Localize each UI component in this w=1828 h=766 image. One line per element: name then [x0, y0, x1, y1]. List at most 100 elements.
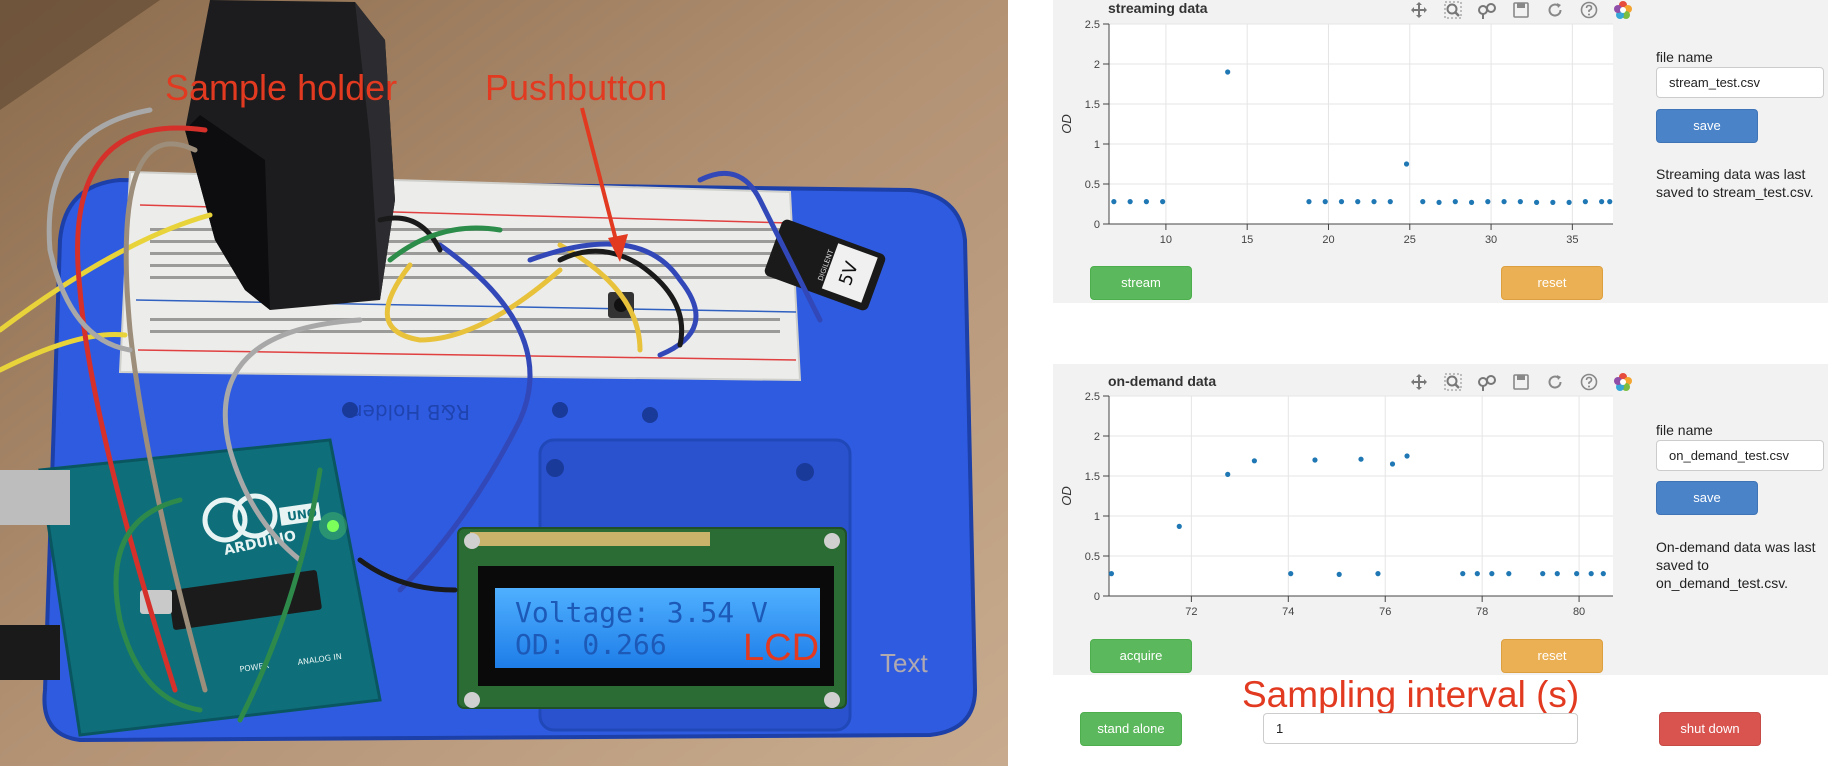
streaming-file-name-input[interactable] [1656, 67, 1824, 98]
stream-y-tick-label: 2 [1094, 59, 1100, 71]
lcd-line-1: Voltage: 3.54 V [515, 596, 768, 629]
ondemand-file-name-label: file name [1656, 422, 1713, 438]
label-pushbutton: Pushbutton [485, 67, 667, 108]
stream-button[interactable]: stream [1090, 266, 1192, 300]
stream-data-point [1355, 199, 1361, 205]
ondemand-data-point [1600, 571, 1606, 577]
stream-y-tick-label: 2.5 [1085, 19, 1100, 31]
streaming-save-status: Streaming data was last saved to stream_… [1656, 166, 1814, 200]
ondemand-x-tick-label: 74 [1282, 606, 1294, 618]
label-sample-holder: Sample holder [165, 67, 397, 108]
hardware-illustration: R&B Holder 5V DIGILENT ARDUINO UNO POWER… [0, 0, 1008, 766]
usb-connector [0, 470, 70, 525]
ondemand-data-point [1336, 571, 1342, 577]
ondemand-data-point [1474, 571, 1480, 577]
ondemand-plot[interactable]: 00.511.522.57274767880time (s)OD [1053, 372, 1633, 639]
stream-data-point [1403, 161, 1410, 167]
stream-y-tick-label: 1 [1094, 139, 1100, 151]
stream-y-tick-label: 0.5 [1085, 179, 1100, 191]
ondemand-y-tick-label: 0.5 [1085, 551, 1100, 563]
ondemand-reset-button[interactable]: reset [1501, 639, 1603, 673]
stream-x-tick-label: 10 [1160, 234, 1172, 246]
ondemand-data-point [1506, 571, 1512, 577]
ondemand-plot-area [1109, 396, 1613, 596]
ondemand-data-point [1251, 458, 1257, 464]
stream-data-point [1582, 199, 1588, 205]
stream-data-point [1322, 199, 1328, 205]
ondemand-data-point [1312, 457, 1318, 463]
lcd-line-2: OD: 0.266 [515, 628, 667, 661]
stream-data-point [1566, 199, 1572, 205]
ondemand-data-point [1489, 571, 1495, 577]
ondemand-y-tick-label: 2 [1094, 431, 1100, 443]
ondemand-data-point [1588, 571, 1594, 577]
stream-y-axis-label: OD [1059, 114, 1074, 134]
dc-jack [0, 625, 60, 680]
stream-data-point [1225, 69, 1231, 75]
ondemand-y-tick-label: 2.5 [1085, 391, 1100, 403]
ondemand-data-point [1460, 571, 1466, 577]
streaming-file-name-label: file name [1656, 49, 1713, 65]
stream-data-point [1468, 199, 1475, 205]
stream-data-point [1533, 199, 1540, 205]
stream-y-tick-label: 1.5 [1085, 99, 1100, 111]
ondemand-save-status: On-demand data was last saved to on_dema… [1656, 539, 1816, 591]
stream-plot-area [1109, 24, 1613, 224]
ondemand-data-point [1540, 571, 1546, 577]
stream-x-tick-label: 20 [1322, 234, 1334, 246]
stream-x-tick-label: 25 [1404, 234, 1416, 246]
ondemand-data-point [1389, 461, 1396, 467]
stream-x-tick-label: 15 [1241, 234, 1253, 246]
stream-data-point [1160, 199, 1166, 205]
ondemand-data-point [1404, 453, 1410, 459]
ondemand-y-tick-label: 1 [1094, 511, 1100, 523]
stream-data-point [1607, 199, 1613, 205]
ondemand-data-point [1108, 571, 1115, 577]
ondemand-x-tick-label: 76 [1379, 606, 1391, 618]
stream-data-point [1387, 199, 1393, 205]
ondemand-x-tick-label: 80 [1573, 606, 1585, 618]
stream-data-point [1143, 199, 1149, 205]
sampling-interval-label: Sampling interval (s) [1242, 674, 1580, 715]
ondemand-y-tick-label: 1.5 [1085, 471, 1100, 483]
lcd-module: Voltage: 3.54 V OD: 0.266 [457, 527, 847, 709]
hardware-photo: R&B Holder 5V DIGILENT ARDUINO UNO POWER… [0, 0, 1008, 766]
label-lcd: LCD [743, 627, 819, 669]
ondemand-data-point [1176, 523, 1182, 529]
stream-data-point [1127, 199, 1133, 205]
ondemand-data-point [1375, 571, 1381, 577]
ondemand-save-button[interactable]: save [1656, 481, 1758, 515]
ondemand-x-tick-label: 78 [1476, 606, 1488, 618]
stream-data-point [1550, 199, 1556, 205]
stream-data-point [1517, 199, 1523, 205]
stream-x-tick-label: 30 [1485, 234, 1497, 246]
ondemand-data-point [1225, 471, 1231, 477]
stream-data-point [1338, 199, 1345, 205]
ondemand-data-point [1574, 571, 1580, 577]
holder-embossed-text: R&B Holder [354, 400, 470, 424]
stand-alone-button[interactable]: stand alone [1080, 712, 1182, 746]
streaming-reset-button[interactable]: reset [1501, 266, 1603, 300]
streaming-plot[interactable]: 00.511.522.5101520253035time (s)OD [1053, 0, 1633, 267]
sampling-interval-input[interactable] [1263, 713, 1578, 744]
ondemand-y-axis-label: OD [1059, 486, 1074, 506]
stream-data-point [1501, 199, 1507, 205]
ondemand-file-name-input[interactable] [1656, 440, 1824, 471]
stream-x-tick-label: 35 [1566, 234, 1578, 246]
shut-down-button[interactable]: shut down [1659, 712, 1761, 746]
label-text-placeholder: Text [880, 648, 928, 678]
stream-data-point [1599, 199, 1605, 205]
stream-data-point [1306, 199, 1312, 205]
stream-data-point [1436, 199, 1442, 205]
stream-data-point [1452, 199, 1458, 205]
stream-data-point [1111, 199, 1117, 205]
stream-y-tick-label: 0 [1094, 219, 1100, 231]
stream-data-point [1371, 199, 1377, 205]
stream-data-point [1485, 199, 1491, 205]
acquire-button[interactable]: acquire [1090, 639, 1192, 673]
ondemand-data-point [1288, 571, 1294, 577]
ondemand-x-tick-label: 72 [1185, 606, 1197, 618]
streaming-save-button[interactable]: save [1656, 109, 1758, 143]
ondemand-y-tick-label: 0 [1094, 591, 1100, 603]
ondemand-data-point [1358, 456, 1364, 462]
